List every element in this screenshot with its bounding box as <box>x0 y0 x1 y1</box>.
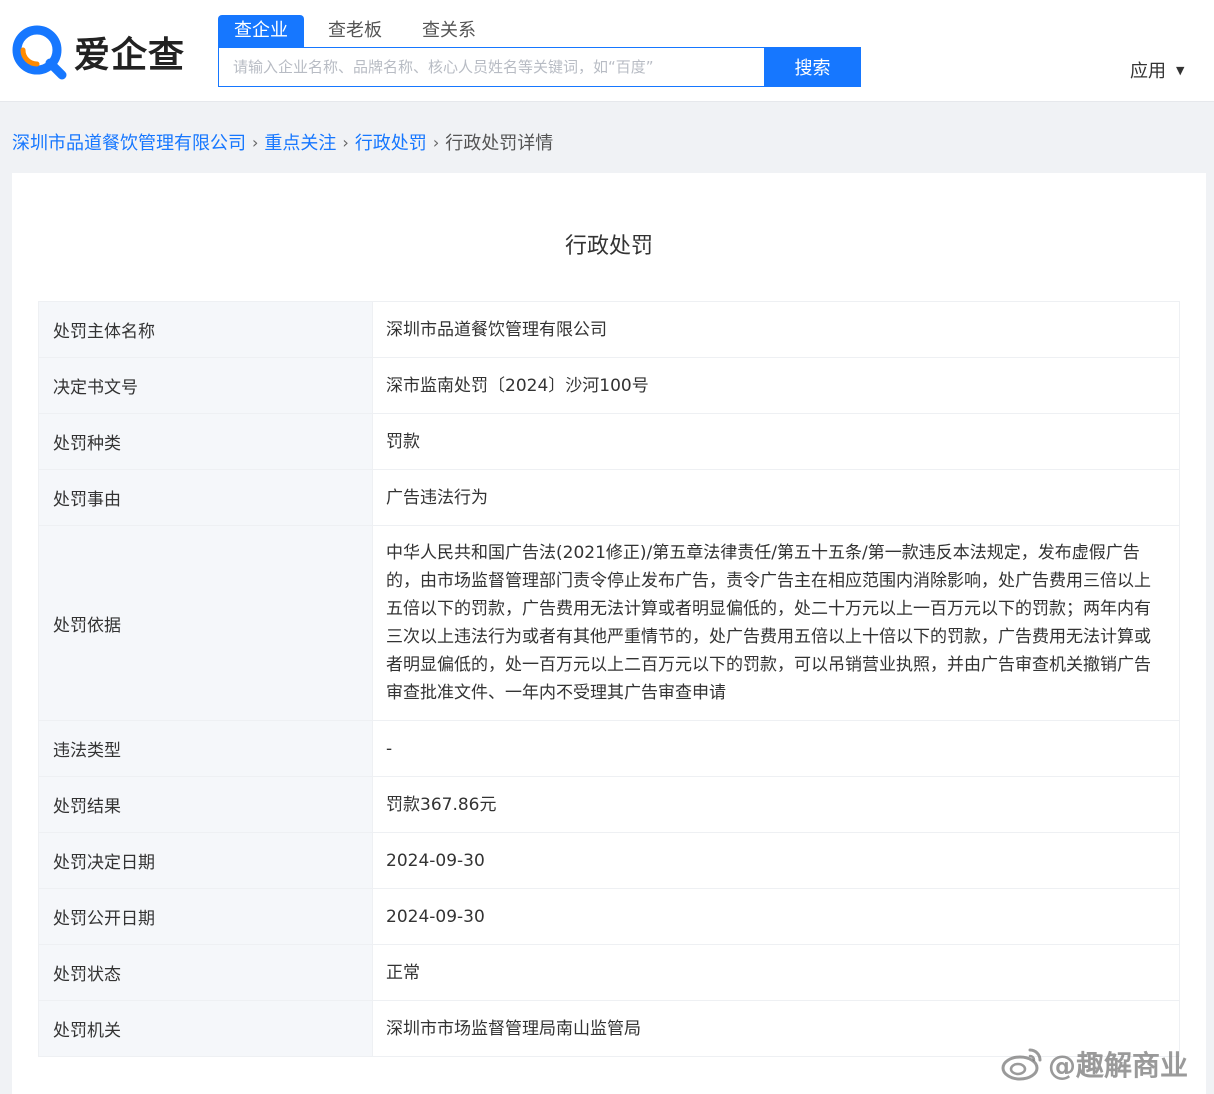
row-value: 深市监南处罚〔2024〕沙河100号 <box>372 357 1180 414</box>
row-value: 广告违法行为 <box>372 469 1180 526</box>
table-row: 处罚种类 罚款 <box>38 413 1180 470</box>
row-label: 处罚状态 <box>38 944 373 1001</box>
row-value: 2024-09-30 <box>372 832 1180 889</box>
row-label: 处罚决定日期 <box>38 832 373 889</box>
row-label: 处罚主体名称 <box>38 301 373 358</box>
breadcrumb-admin-penalty[interactable]: 行政处罚 <box>355 129 427 155</box>
search-input[interactable] <box>218 47 764 87</box>
weibo-icon <box>1000 1046 1044 1082</box>
app-menu-label: 应用 <box>1130 61 1166 82</box>
row-label: 违法类型 <box>38 720 373 777</box>
table-row: 处罚依据 中华人民共和国广告法(2021修正)/第五章法律责任/第五十五条/第一… <box>38 525 1180 721</box>
table-row: 处罚决定日期 2024-09-30 <box>38 832 1180 889</box>
table-row: 处罚事由 广告违法行为 <box>38 469 1180 526</box>
row-label: 处罚公开日期 <box>38 888 373 945</box>
tab-search-company[interactable]: 查企业 <box>218 15 304 47</box>
tab-search-relation[interactable]: 查关系 <box>406 15 492 47</box>
penalty-detail-card: 行政处罚 处罚主体名称 深圳市品道餐饮管理有限公司 决定书文号 深市监南处罚〔2… <box>12 173 1206 1094</box>
search-magnifier-logo-icon <box>10 23 68 81</box>
search-tabs: 查企业 查老板 查关系 <box>218 15 500 47</box>
caret-down-icon: ▼ <box>1176 63 1185 77</box>
penalty-detail-table: 处罚主体名称 深圳市品道餐饮管理有限公司 决定书文号 深市监南处罚〔2024〕沙… <box>38 301 1180 1057</box>
row-label: 处罚机关 <box>38 1000 373 1057</box>
row-value: 中华人民共和国广告法(2021修正)/第五章法律责任/第五十五条/第一款违反本法… <box>372 525 1180 721</box>
breadcrumb-current: 行政处罚详情 <box>445 133 554 154</box>
table-row: 处罚公开日期 2024-09-30 <box>38 888 1180 945</box>
row-label: 处罚依据 <box>38 525 373 721</box>
tab-search-boss[interactable]: 查老板 <box>312 15 398 47</box>
row-label: 处罚事由 <box>38 469 373 526</box>
row-label: 决定书文号 <box>38 357 373 414</box>
table-row: 决定书文号 深市监南处罚〔2024〕沙河100号 <box>38 357 1180 414</box>
breadcrumb: 深圳市品道餐饮管理有限公司 › 重点关注 › 行政处罚 › 行政处罚详情 <box>12 128 553 156</box>
search-box: 搜索 <box>218 47 861 87</box>
logo-text: 爱企查 <box>74 35 186 76</box>
row-label: 处罚结果 <box>38 776 373 833</box>
row-value: 正常 <box>372 944 1180 1001</box>
search-button[interactable]: 搜索 <box>764 47 861 87</box>
table-row: 违法类型 - <box>38 720 1180 777</box>
breadcrumb-company[interactable]: 深圳市品道餐饮管理有限公司 <box>12 129 246 155</box>
chevron-right-icon: › <box>432 132 440 152</box>
row-value: 罚款 <box>372 413 1180 470</box>
table-row: 处罚状态 正常 <box>38 944 1180 1001</box>
watermark-text: @趣解商业 <box>1048 1049 1189 1082</box>
chevron-right-icon: › <box>342 132 349 152</box>
site-logo[interactable]: 爱企查 <box>10 22 200 82</box>
page-title: 行政处罚 <box>564 234 653 259</box>
table-row: 处罚主体名称 深圳市品道餐饮管理有限公司 <box>38 301 1180 358</box>
chevron-right-icon: › <box>252 132 259 152</box>
table-row: 处罚结果 罚款367.86元 <box>38 776 1180 833</box>
row-label: 处罚种类 <box>38 413 373 470</box>
app-menu[interactable]: 应用 ▼ <box>1130 56 1184 84</box>
row-value: - <box>372 720 1180 777</box>
top-header: 爱企查 查企业 查老板 查关系 搜索 应用 ▼ <box>0 0 1214 102</box>
watermark: @趣解商业 <box>1000 1044 1188 1084</box>
row-value: 罚款367.86元 <box>372 776 1180 833</box>
row-value: 2024-09-30 <box>372 888 1180 945</box>
breadcrumb-key-focus[interactable]: 重点关注 <box>264 129 336 155</box>
row-value: 深圳市品道餐饮管理有限公司 <box>372 301 1180 358</box>
